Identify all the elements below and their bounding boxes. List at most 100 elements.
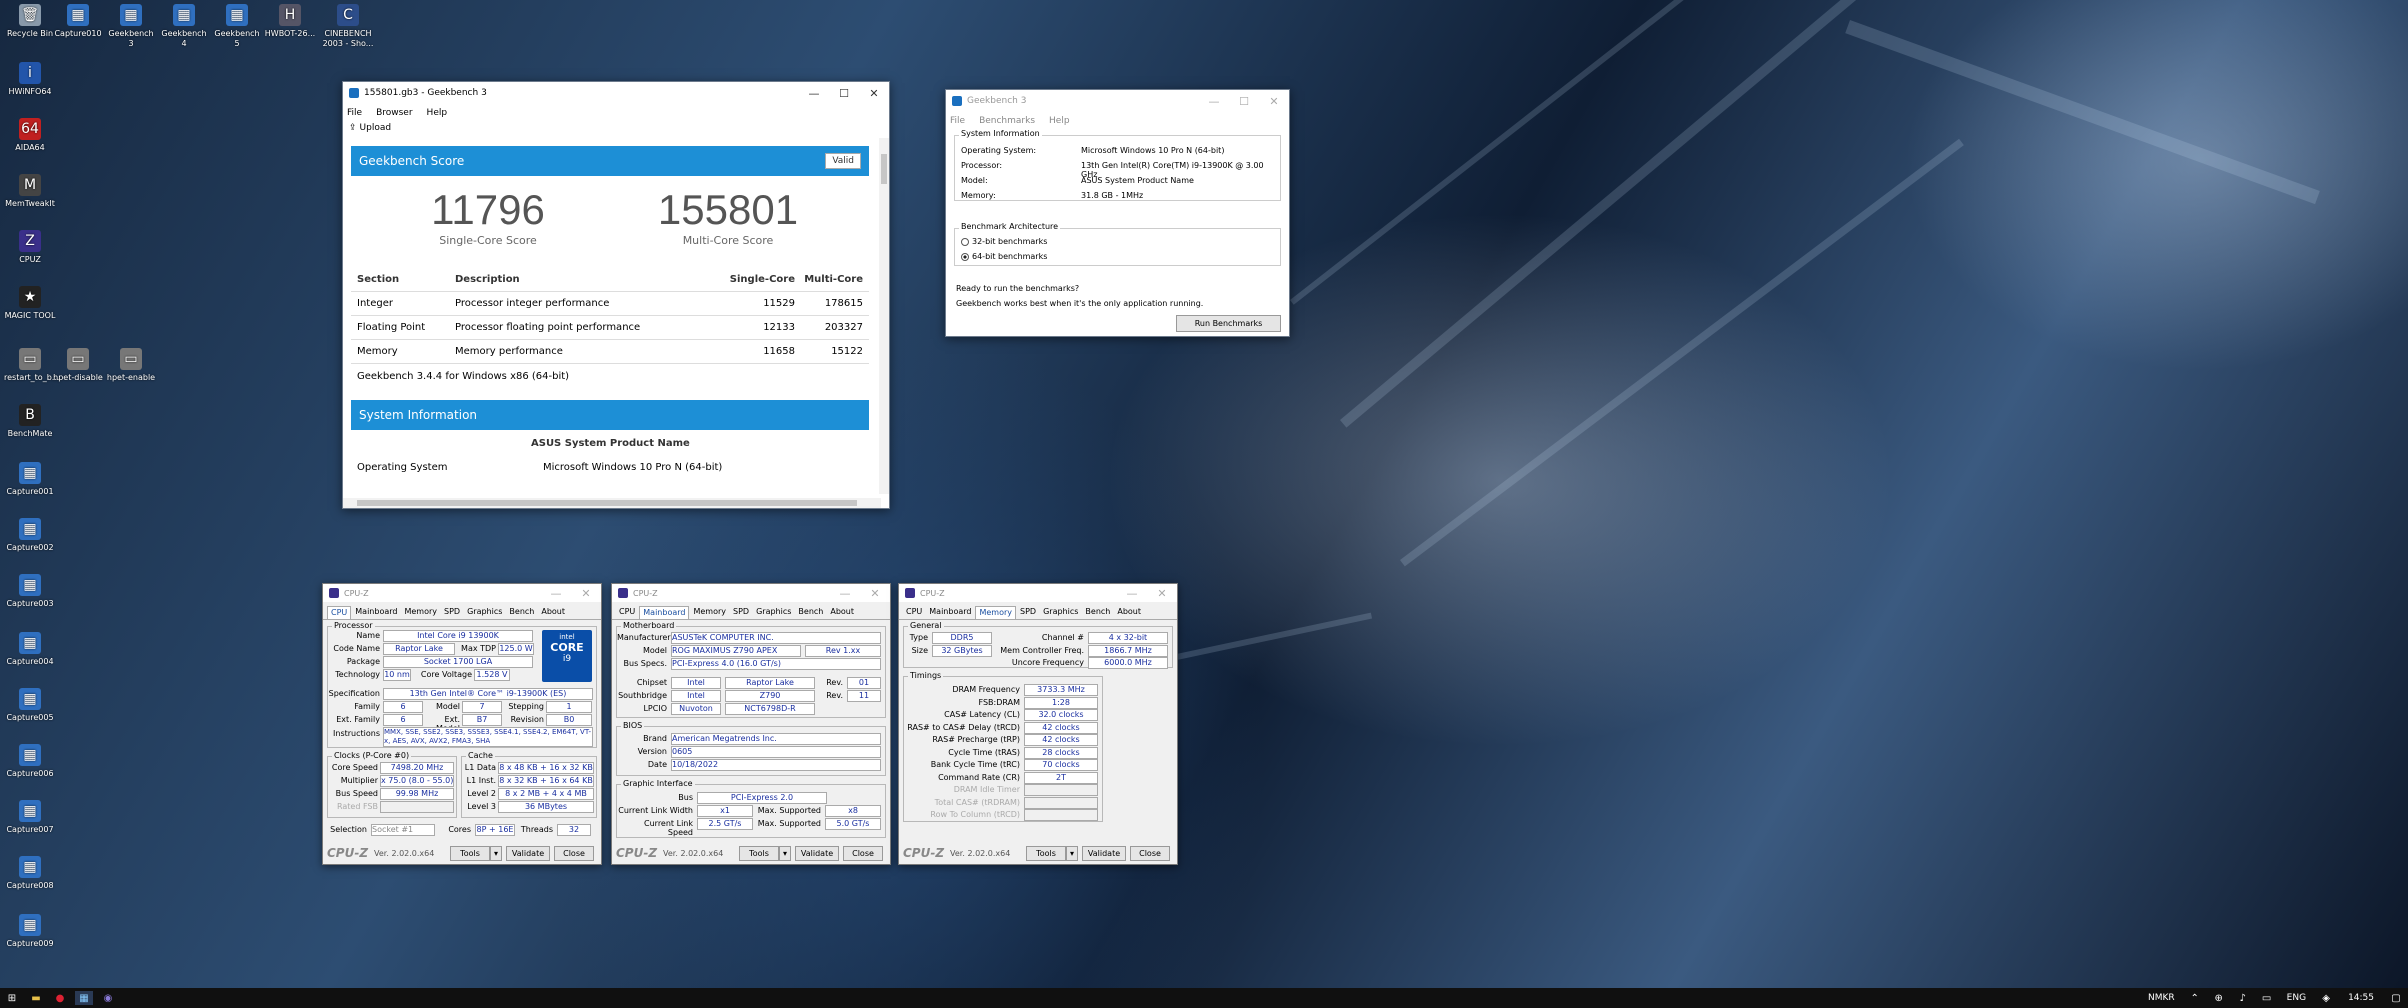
tab-bench[interactable]: Bench: [1082, 606, 1113, 619]
volume-icon[interactable]: ♪: [2234, 991, 2252, 1005]
shield-icon[interactable]: ◈: [2317, 991, 2335, 1005]
tab-about[interactable]: About: [538, 606, 568, 619]
desktop-icon[interactable]: ▦ Capture010: [52, 4, 104, 39]
desktop-icon[interactable]: M MemTweakIt: [4, 174, 56, 209]
app-icon-red[interactable]: ●: [51, 991, 69, 1005]
tab-memory[interactable]: Memory: [401, 606, 440, 619]
maximize-icon[interactable]: ☐: [829, 87, 859, 100]
validate-button[interactable]: Validate: [795, 845, 840, 861]
close-icon[interactable]: ✕: [1259, 95, 1289, 108]
ime-indicator[interactable]: ENG: [2287, 993, 2306, 1003]
start-icon[interactable]: ⊞: [3, 991, 21, 1005]
desktop-icon[interactable]: ▦ Capture001: [4, 462, 56, 497]
desktop-icon[interactable]: H HWBOT-26...: [264, 4, 316, 39]
tab-memory[interactable]: Memory: [690, 606, 729, 619]
notification-icon[interactable]: ▢: [2387, 991, 2405, 1005]
desktop-icon[interactable]: B BenchMate: [4, 404, 56, 439]
validate-button[interactable]: Validate: [506, 845, 551, 861]
hscroll-thumb[interactable]: [357, 500, 857, 506]
tab-about[interactable]: About: [1114, 606, 1144, 619]
menu-file[interactable]: File: [950, 116, 965, 126]
tab-cpu[interactable]: CPU: [327, 606, 352, 619]
scroll-thumb[interactable]: [881, 154, 887, 184]
network-icon[interactable]: ⊕: [2210, 991, 2228, 1005]
desktop-icon[interactable]: ▭ hpet-disable: [52, 348, 104, 383]
menu-browser[interactable]: Browser: [376, 108, 412, 118]
desktop-icon[interactable]: ▭ restart_to_b...: [4, 348, 59, 383]
desktop-icon[interactable]: C CINEBENCH 2003 - Sho...: [322, 4, 374, 49]
menu-benchmarks[interactable]: Benchmarks: [979, 116, 1035, 126]
tab-mainboard[interactable]: Mainboard: [926, 606, 974, 619]
tools-button[interactable]: Tools: [450, 845, 491, 861]
desktop-icon[interactable]: ▦ Capture007: [4, 800, 56, 835]
socket-select[interactable]: Socket #1: [371, 824, 435, 836]
tab-cpu[interactable]: CPU: [616, 606, 638, 619]
tab-spd[interactable]: SPD: [730, 606, 752, 619]
title-bar[interactable]: CPU-Z — ✕: [323, 584, 601, 602]
desktop-icon[interactable]: ▭ hpet-enable: [105, 348, 157, 383]
vertical-scrollbar[interactable]: [879, 138, 889, 494]
desktop-icon[interactable]: ▦ Capture009: [4, 914, 56, 949]
radio-32bit[interactable]: 32-bit benchmarks: [961, 237, 1047, 246]
close-button[interactable]: Close: [554, 845, 595, 861]
horizontal-scrollbar[interactable]: [343, 498, 881, 508]
desktop-icon[interactable]: ▦ Geekbench 5: [211, 4, 263, 49]
close-icon[interactable]: ✕: [571, 587, 601, 600]
desktop-icon[interactable]: 64 AIDA64: [4, 118, 56, 153]
upload-button[interactable]: ⇪ Upload: [343, 121, 889, 135]
tools-button[interactable]: Tools: [739, 845, 780, 861]
minimize-icon[interactable]: —: [1199, 95, 1229, 108]
close-icon[interactable]: ✕: [860, 587, 890, 600]
tab-memory[interactable]: Memory: [975, 606, 1017, 619]
tab-spd[interactable]: SPD: [1017, 606, 1039, 619]
tab-bench[interactable]: Bench: [795, 606, 826, 619]
tab-graphics[interactable]: Graphics: [753, 606, 794, 619]
desktop-icon[interactable]: ▦ Capture004: [4, 632, 56, 667]
minimize-icon[interactable]: —: [830, 587, 860, 600]
tab-cpu[interactable]: CPU: [903, 606, 925, 619]
title-bar[interactable]: 155801.gb3 - Geekbench 3 — ☐ ✕: [343, 82, 889, 104]
tab-graphics[interactable]: Graphics: [1040, 606, 1081, 619]
cpuz-taskbar-icon[interactable]: ◉: [99, 991, 117, 1005]
title-bar[interactable]: CPU-Z — ✕: [899, 584, 1177, 602]
tools-dropdown-icon[interactable]: ▾: [1066, 845, 1079, 861]
desktop-icon[interactable]: ▦ Geekbench 4: [158, 4, 210, 49]
desktop-icon[interactable]: ▦ Capture006: [4, 744, 56, 779]
desktop-icon[interactable]: ★ MAGIC TOOL: [4, 286, 56, 321]
tab-mainboard[interactable]: Mainboard: [352, 606, 400, 619]
tab-graphics[interactable]: Graphics: [464, 606, 505, 619]
menu-help[interactable]: Help: [427, 108, 448, 118]
close-icon[interactable]: ✕: [859, 87, 889, 100]
desktop-icon[interactable]: Z CPUZ: [4, 230, 56, 265]
title-bar[interactable]: CPU-Z — ✕: [612, 584, 890, 602]
radio-64bit[interactable]: 64-bit benchmarks: [961, 252, 1047, 261]
desktop-icon[interactable]: ▦ Capture005: [4, 688, 56, 723]
menu-help[interactable]: Help: [1049, 116, 1070, 126]
maximize-icon[interactable]: ☐: [1229, 95, 1259, 108]
minimize-icon[interactable]: —: [799, 87, 829, 100]
file-explorer-icon[interactable]: ▬: [27, 991, 45, 1005]
chevron-up-icon[interactable]: ⌃: [2186, 991, 2204, 1005]
battery-icon[interactable]: ▭: [2258, 991, 2276, 1005]
validate-button[interactable]: Validate: [1082, 845, 1127, 861]
run-benchmarks-button[interactable]: Run Benchmarks: [1176, 315, 1281, 332]
geekbench-taskbar-icon[interactable]: ▦: [75, 991, 93, 1005]
tools-dropdown-icon[interactable]: ▾: [779, 845, 792, 861]
title-bar[interactable]: Geekbench 3 — ☐ ✕: [946, 90, 1289, 112]
menu-file[interactable]: File: [347, 108, 362, 118]
desktop-icon[interactable]: ▦ Capture008: [4, 856, 56, 891]
desktop-icon[interactable]: ▦ Geekbench 3: [105, 4, 157, 49]
tab-mainboard[interactable]: Mainboard: [639, 606, 690, 619]
tab-bench[interactable]: Bench: [506, 606, 537, 619]
minimize-icon[interactable]: —: [1117, 587, 1147, 600]
tools-dropdown-icon[interactable]: ▾: [490, 845, 503, 861]
close-button[interactable]: Close: [1130, 845, 1171, 861]
tab-about[interactable]: About: [827, 606, 857, 619]
desktop-icon[interactable]: ▦ Capture003: [4, 574, 56, 609]
minimize-icon[interactable]: —: [541, 587, 571, 600]
close-icon[interactable]: ✕: [1147, 587, 1177, 600]
desktop-icon[interactable]: 🗑 Recycle Bin: [4, 4, 56, 39]
desktop-icon[interactable]: i HWiNFO64: [4, 62, 56, 97]
close-button[interactable]: Close: [843, 845, 884, 861]
tools-button[interactable]: Tools: [1026, 845, 1067, 861]
